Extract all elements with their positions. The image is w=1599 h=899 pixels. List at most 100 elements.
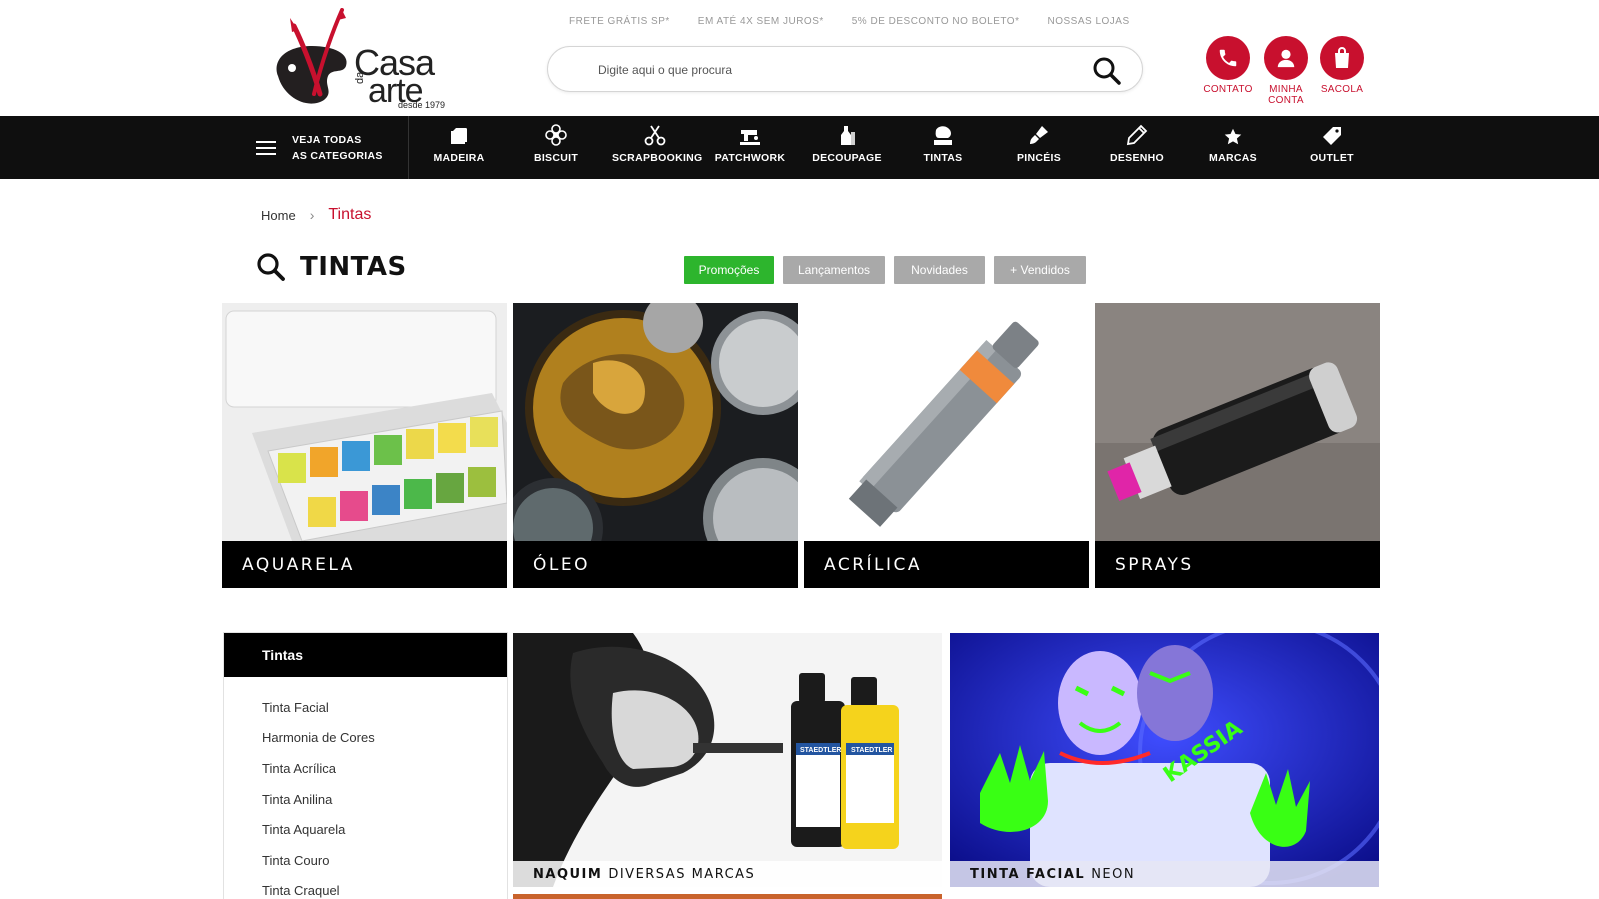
nav-label-decoupage: DECOUPAGE xyxy=(812,152,882,164)
sidebar-item-harmonia-de-cores[interactable]: Harmonia de Cores xyxy=(224,723,507,754)
nav-label-marcas: MARCAS xyxy=(1209,152,1257,164)
nav-item-decoupage[interactable]: DECOUPAGE xyxy=(811,116,883,179)
nav-item-scrapbooking[interactable]: SCRAPBOOKING xyxy=(612,116,703,179)
nav-item-pinceis[interactable]: PINCÉIS xyxy=(1013,116,1065,179)
search-button[interactable] xyxy=(1092,56,1122,86)
sidebar-item-tinta-anilina[interactable]: Tinta Anilina xyxy=(224,784,507,815)
wood-box-icon xyxy=(429,116,489,146)
filter-bar: Promoções Lançamentos Novidades + Vendid… xyxy=(684,256,1086,284)
category-tile-sprays[interactable]: SPRAYS xyxy=(1095,303,1380,588)
account-label-line1: MINHA xyxy=(1269,84,1303,95)
casa-da-arte-logo[interactable]: Casa da arte desde 1979 xyxy=(272,8,452,112)
search-icon xyxy=(1093,57,1121,85)
nav-item-patchwork[interactable]: PATCHWORK xyxy=(714,116,786,179)
sewing-machine-icon xyxy=(714,116,786,146)
topbar-link-lojas[interactable]: NOSSAS LOJAS xyxy=(1047,16,1129,27)
top-promo-bar: FRETE GRÁTIS SP* EM ATÉ 4X SEM JUROS* 5%… xyxy=(569,16,1130,27)
topbar-link-frete[interactable]: FRETE GRÁTIS SP* xyxy=(569,16,670,27)
oleo-image xyxy=(513,303,798,541)
scissors-icon xyxy=(612,116,697,146)
nav-label-patchwork: PATCHWORK xyxy=(714,152,786,164)
nav-item-outlet[interactable]: OUTLET xyxy=(1306,116,1358,179)
pencil-icon xyxy=(1105,116,1169,146)
contact-button[interactable]: CONTATO xyxy=(1198,36,1258,95)
chevron-right-icon: › xyxy=(309,207,315,223)
logo-da: da xyxy=(354,71,366,84)
topbar-link-desconto[interactable]: 5% DE DESCONTO NO BOLETO* xyxy=(852,16,1020,27)
account-button[interactable]: MINHA CONTA xyxy=(1256,36,1316,106)
subcategory-sidebar: Tintas Tinta Facial Harmonia de Cores Ti… xyxy=(223,632,508,899)
page-title: TINTAS xyxy=(300,252,407,282)
all-categories-label: VEJA TODAS AS CATEGORIAS xyxy=(292,132,383,164)
brush-icon xyxy=(1013,116,1065,146)
nav-label-madeira: MADEIRA xyxy=(433,152,485,164)
search-box xyxy=(547,46,1143,92)
site-header: Casa da arte desde 1979 FRETE GRÁTIS SP*… xyxy=(0,0,1599,116)
nav-item-madeira[interactable]: MADEIRA xyxy=(429,116,489,179)
next-banner-edge xyxy=(513,894,942,899)
page-title-block: TINTAS xyxy=(256,252,407,282)
sidebar-item-tinta-acrilica[interactable]: Tinta Acrílica xyxy=(224,753,507,784)
neon-facepaint-image: KASSIA xyxy=(950,633,1379,887)
filter-novidades-button[interactable]: Novidades xyxy=(894,256,985,284)
search-input[interactable] xyxy=(598,59,1058,81)
hamburger-menu-icon xyxy=(256,137,276,159)
sidebar-item-tinta-couro[interactable]: Tinta Couro xyxy=(224,845,507,876)
breadcrumb-home[interactable]: Home xyxy=(261,208,296,223)
search-icon xyxy=(257,253,285,281)
staedtler-label-1: STAEDTLER xyxy=(800,747,841,754)
sidebar-item-tinta-aquarela[interactable]: Tinta Aquarela xyxy=(224,814,507,845)
nav-label-pinceis: PINCÉIS xyxy=(1016,152,1062,164)
all-categories-button[interactable]: VEJA TODAS AS CATEGORIAS xyxy=(244,116,409,179)
category-label-aquarela: AQUARELA xyxy=(222,541,507,588)
nav-item-marcas[interactable]: MARCAS xyxy=(1205,116,1261,179)
banner-naquim-bold: NAQUIM xyxy=(533,866,603,882)
banner-facial-caption: TINTA FACIAL NEON xyxy=(950,861,1379,887)
filter-lancamentos-button[interactable]: Lançamentos xyxy=(783,256,885,284)
banner-naquim-rest: DIVERSAS MARCAS xyxy=(608,866,756,882)
category-label-sprays: SPRAYS xyxy=(1095,541,1380,588)
breadcrumb-current: Tintas xyxy=(328,206,372,223)
banner-facial-rest: NEON xyxy=(1091,866,1136,882)
bottles-icon xyxy=(811,116,883,146)
banner-facial-bold: TINTA FACIAL xyxy=(970,866,1086,882)
contact-label: CONTATO xyxy=(1203,84,1253,95)
sidebar-item-tinta-facial[interactable]: Tinta Facial xyxy=(224,692,507,723)
nav-item-desenho[interactable]: DESENHO xyxy=(1105,116,1169,179)
category-label-oleo: ÓLEO xyxy=(513,541,798,588)
sidebar-title: Tintas xyxy=(224,633,507,677)
nav-item-tintas[interactable]: TINTAS xyxy=(917,116,969,179)
flower-icon xyxy=(526,116,586,146)
logo-since: desde 1979 xyxy=(398,100,446,110)
nav-label-tintas: TINTAS xyxy=(923,152,963,164)
subcategory-list: Tinta Facial Harmonia de Cores Tinta Acr… xyxy=(224,677,507,899)
all-categories-line1: VEJA TODAS xyxy=(292,133,362,146)
account-label-line2: CONTA xyxy=(1268,95,1304,106)
staedtler-label-2: STAEDTLER xyxy=(851,747,892,754)
category-tile-aquarela[interactable]: AQUARELA xyxy=(222,303,507,588)
tag-icon xyxy=(1306,116,1358,146)
nav-label-biscuit: BISCUIT xyxy=(533,152,579,164)
banner-tinta-facial-neon[interactable]: KASSIA TINTA FACIAL NEON xyxy=(950,633,1379,887)
user-icon xyxy=(1264,36,1308,80)
all-categories-line2: AS CATEGORIAS xyxy=(292,149,383,162)
nav-item-biscuit[interactable]: BISCUIT xyxy=(526,116,586,179)
sidebar-item-tinta-craquel[interactable]: Tinta Craquel xyxy=(224,876,507,899)
breadcrumb: Home › Tintas xyxy=(261,206,371,224)
acrilica-image xyxy=(804,303,1089,541)
topbar-link-parcelas[interactable]: EM ATÉ 4X SEM JUROS* xyxy=(698,16,824,27)
filter-vendidos-button[interactable]: + Vendidos xyxy=(994,256,1086,284)
nav-label-desenho: DESENHO xyxy=(1109,152,1165,164)
account-label: MINHA CONTA xyxy=(1256,84,1316,106)
bag-label: SACOLA xyxy=(1320,84,1364,95)
category-tile-acrilica[interactable]: ACRÍLICA xyxy=(804,303,1089,588)
bag-button[interactable]: SACOLA xyxy=(1312,36,1372,95)
paint-icon xyxy=(917,116,969,146)
category-tile-oleo[interactable]: ÓLEO xyxy=(513,303,798,588)
nav-label-outlet: OUTLET xyxy=(1310,152,1354,164)
filter-promocoes-button[interactable]: Promoções xyxy=(684,256,774,284)
nav-label-scrapbooking: SCRAPBOOKING xyxy=(612,152,703,164)
phone-icon xyxy=(1206,36,1250,80)
banner-naquim[interactable]: STAEDTLER STAEDTLER NAQUIM DIVERSAS MARC… xyxy=(513,633,942,887)
shopping-bag-icon xyxy=(1320,36,1364,80)
